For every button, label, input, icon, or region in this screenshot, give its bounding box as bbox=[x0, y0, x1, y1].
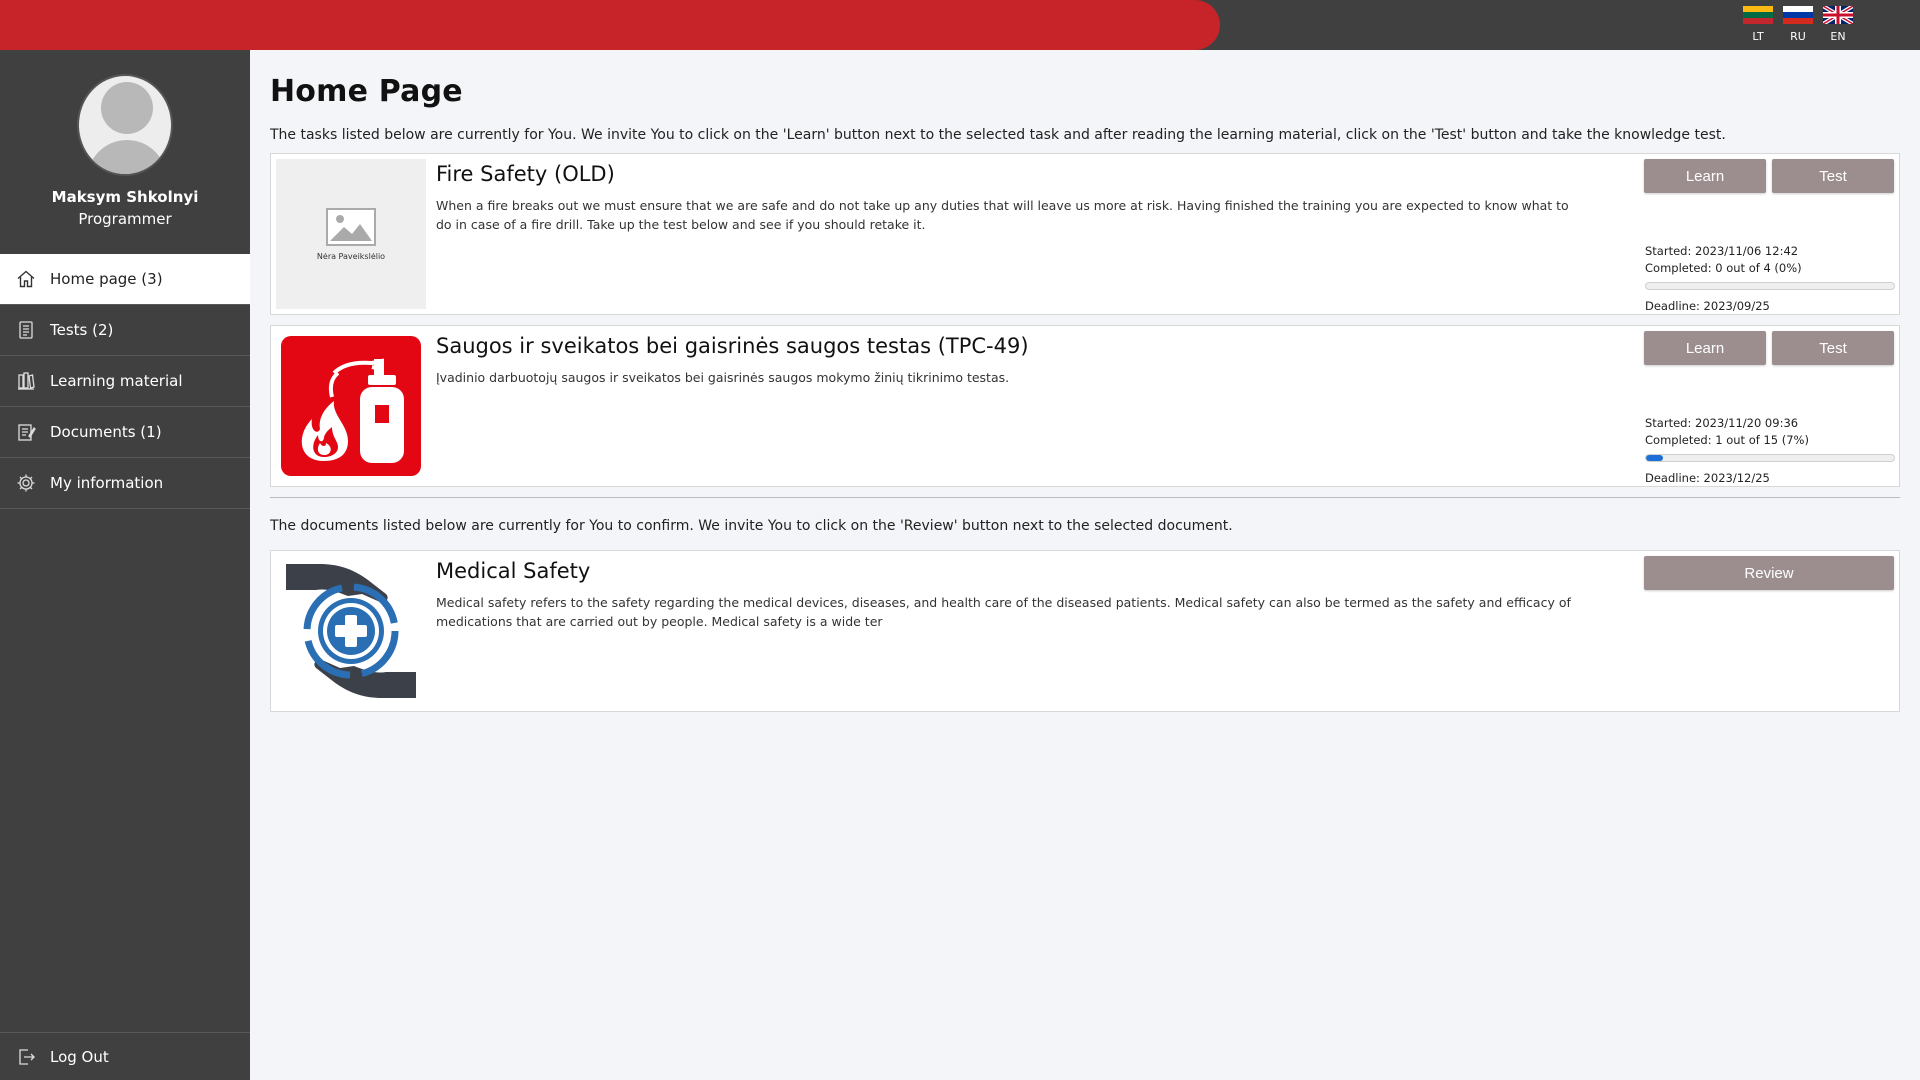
logout-label: Log Out bbox=[50, 1047, 109, 1066]
sidebar-nav: Home page (3) Tests (2) Learning materia… bbox=[0, 254, 250, 509]
progress-bar bbox=[1645, 282, 1895, 290]
section-divider bbox=[270, 497, 1900, 498]
top-bar: LT RU EN bbox=[0, 0, 1920, 50]
brand-banner bbox=[0, 0, 1220, 50]
language-en[interactable]: EN bbox=[1822, 6, 1854, 43]
sidebar-item-tests[interactable]: Tests (2) bbox=[0, 305, 250, 356]
sidebar-item-label: Learning material bbox=[50, 372, 183, 390]
user-profile: Maksym Shkolnyi Programmer bbox=[0, 50, 250, 254]
gear-icon bbox=[17, 474, 35, 492]
learn-button[interactable]: Learn bbox=[1644, 331, 1766, 365]
avatar bbox=[77, 74, 173, 176]
sidebar: Maksym Shkolnyi Programmer Home page (3)… bbox=[0, 50, 250, 1080]
started-date: Started: 2023/11/20 09:36 bbox=[1645, 416, 1799, 430]
progress-fill bbox=[1646, 455, 1664, 461]
completion-count: Completed: 1 out of 15 (7%) bbox=[1645, 433, 1809, 447]
deadline: Deadline: 2023/09/25 bbox=[1645, 299, 1770, 313]
sidebar-item-label: Tests (2) bbox=[50, 321, 114, 339]
sidebar-item-home[interactable]: Home page (3) bbox=[0, 254, 250, 305]
language-ru[interactable]: RU bbox=[1782, 6, 1814, 43]
task-status: Started: 2023/11/20 09:36 Completed: 1 o… bbox=[1645, 416, 1895, 485]
task-status: Started: 2023/11/06 12:42 Completed: 0 o… bbox=[1645, 244, 1895, 313]
tasks-intro: The tasks listed below are currently for… bbox=[270, 127, 1726, 143]
started-date: Started: 2023/11/06 12:42 bbox=[1645, 244, 1799, 258]
document-card: Medical Safety Medical safety refers to … bbox=[270, 550, 1900, 712]
review-button[interactable]: Review bbox=[1644, 556, 1894, 590]
task-card: Nėra Paveikslėlio Fire Safety (OLD) When… bbox=[270, 153, 1900, 315]
language-switcher: LT RU EN bbox=[1742, 6, 1854, 43]
logout-icon bbox=[19, 1048, 35, 1065]
task-description: When a fire breaks out we must ensure th… bbox=[436, 198, 1569, 232]
uk-flag-icon bbox=[1823, 6, 1853, 24]
image-placeholder-icon bbox=[326, 207, 376, 246]
task-title: Fire Safety (OLD) bbox=[436, 162, 615, 186]
sidebar-item-my-information[interactable]: My information bbox=[0, 458, 250, 509]
language-code: LT bbox=[1752, 30, 1764, 43]
test-button[interactable]: Test bbox=[1772, 159, 1894, 193]
user-name: Maksym Shkolnyi bbox=[51, 188, 199, 206]
sidebar-item-label: Documents (1) bbox=[50, 423, 162, 441]
home-icon bbox=[17, 270, 35, 288]
language-lt[interactable]: LT bbox=[1742, 6, 1774, 43]
language-code: EN bbox=[1830, 30, 1846, 43]
task-card: Saugos ir sveikatos bei gaisrinės saugos… bbox=[270, 325, 1900, 487]
user-role: Programmer bbox=[78, 210, 172, 228]
task-title: Saugos ir sveikatos bei gaisrinės saugos… bbox=[436, 334, 1029, 358]
no-image-placeholder: Nėra Paveikslėlio bbox=[276, 159, 426, 309]
fire-extinguisher-icon bbox=[276, 331, 426, 481]
deadline: Deadline: 2023/12/25 bbox=[1645, 471, 1770, 485]
document-title: Medical Safety bbox=[436, 559, 591, 583]
ru-flag-icon bbox=[1783, 6, 1813, 24]
lt-flag-icon bbox=[1743, 6, 1773, 24]
document-description: Medical safety refers to the safety rega… bbox=[436, 595, 1571, 629]
test-button[interactable]: Test bbox=[1772, 331, 1894, 365]
no-image-label: Nėra Paveikslėlio bbox=[316, 251, 386, 261]
progress-bar bbox=[1645, 454, 1895, 462]
language-code: RU bbox=[1790, 30, 1806, 43]
medical-hands-icon bbox=[276, 556, 426, 706]
task-description: Įvadinio darbuotojų saugos ir sveikatos … bbox=[436, 370, 1010, 385]
page-title: Home Page bbox=[270, 74, 463, 109]
sidebar-item-learning-material[interactable]: Learning material bbox=[0, 356, 250, 407]
sidebar-item-label: Home page (3) bbox=[50, 270, 163, 288]
books-icon bbox=[18, 372, 35, 390]
main-content: Home Page The tasks listed below are cur… bbox=[270, 50, 1900, 712]
completion-count: Completed: 0 out of 4 (0%) bbox=[1645, 261, 1802, 275]
logout-button[interactable]: Log Out bbox=[0, 1032, 250, 1080]
sidebar-item-documents[interactable]: Documents (1) bbox=[0, 407, 250, 458]
documents-intro: The documents listed below are currently… bbox=[270, 518, 1233, 534]
sidebar-item-label: My information bbox=[50, 474, 164, 492]
documents-icon bbox=[18, 424, 36, 441]
tests-icon bbox=[19, 321, 33, 339]
learn-button[interactable]: Learn bbox=[1644, 159, 1766, 193]
